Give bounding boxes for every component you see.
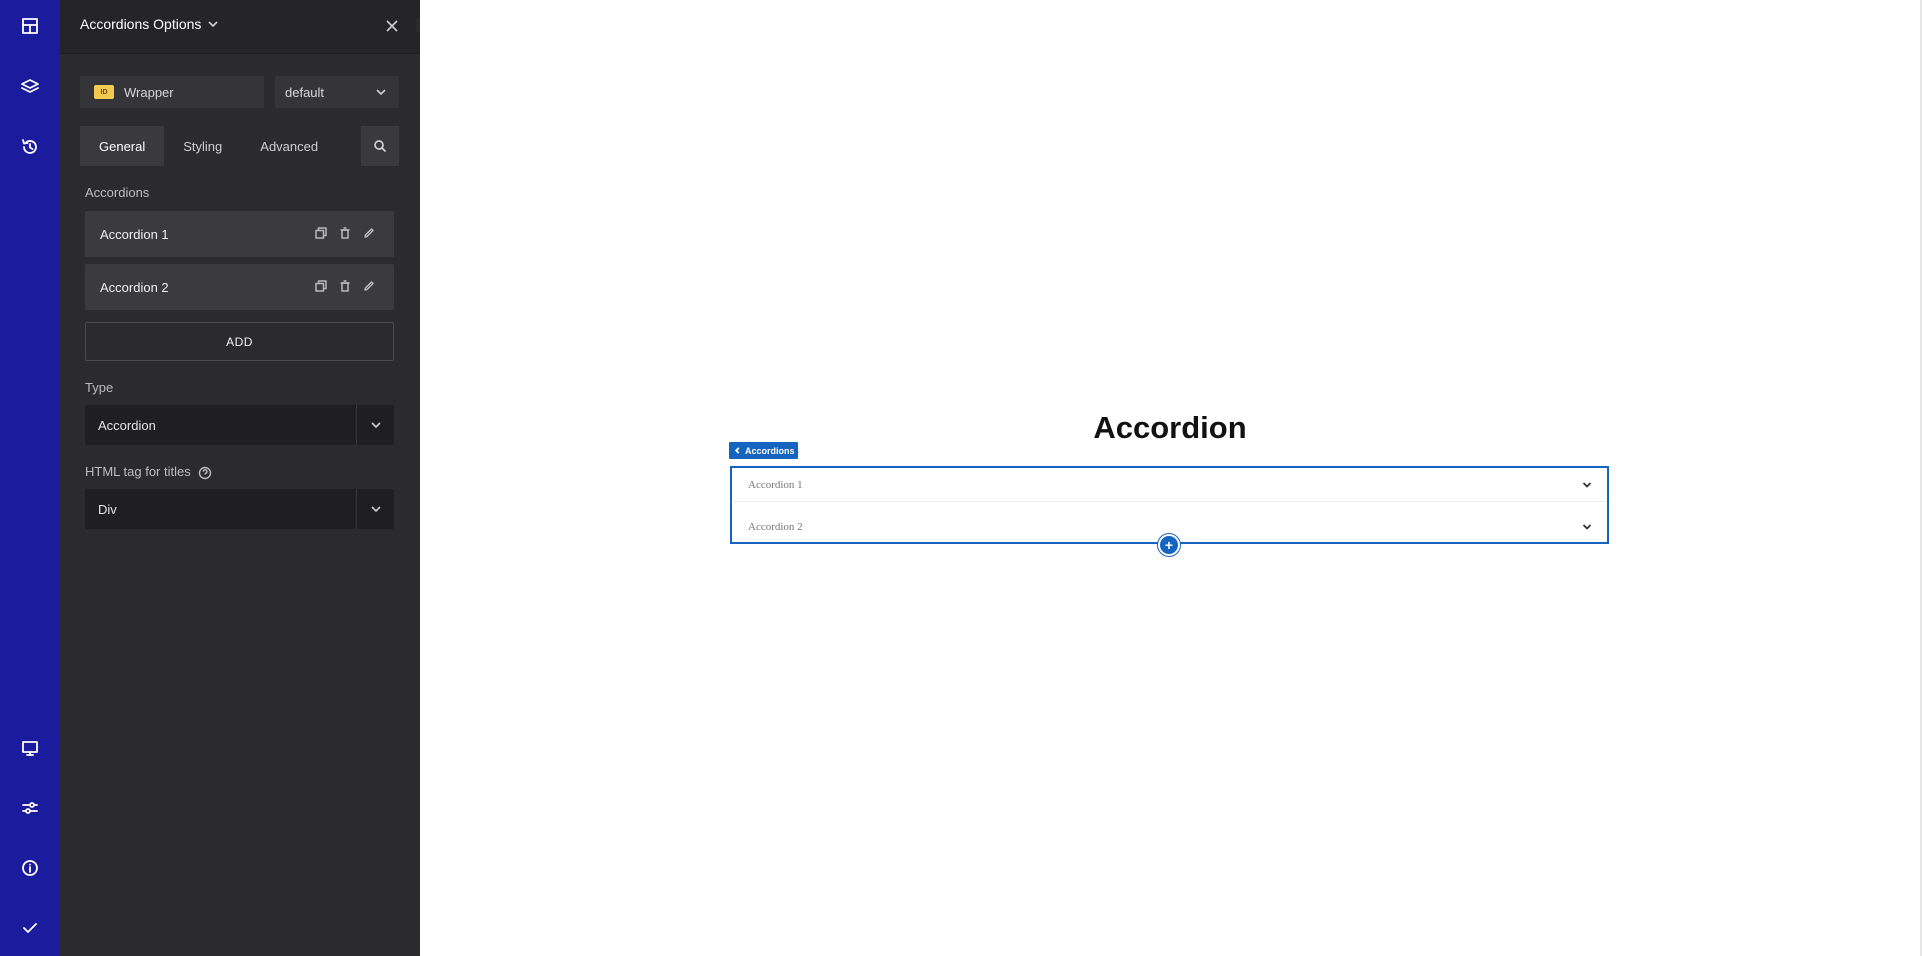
search-icon xyxy=(374,140,387,153)
chevron-down-icon xyxy=(370,506,381,513)
preset-select[interactable]: default xyxy=(275,76,399,108)
close-button[interactable] xyxy=(382,16,402,36)
options-panel: Accordions Options ID Wrapper default Ge… xyxy=(60,0,420,956)
accordions-label: Accordions xyxy=(85,185,150,200)
html-tag-select-arrow xyxy=(356,489,394,529)
search-button[interactable] xyxy=(361,126,399,166)
accordion-item-actions xyxy=(314,279,376,293)
accordion-row-title: Accordion 1 xyxy=(748,478,803,491)
settings-sliders-icon[interactable] xyxy=(0,788,60,828)
preset-value: default xyxy=(285,84,325,100)
trash-icon[interactable] xyxy=(338,279,352,293)
chevron-down-icon xyxy=(208,21,218,28)
history-icon[interactable] xyxy=(0,127,60,167)
help-icon[interactable] xyxy=(198,466,212,480)
accordion-widget[interactable]: Accordion 1 Accordion 2 xyxy=(730,466,1609,544)
accordion-row[interactable]: Accordion 1 xyxy=(734,468,1605,502)
close-icon xyxy=(386,20,398,32)
accordions-element-badge[interactable]: Accordions xyxy=(729,442,798,459)
chevron-down-icon xyxy=(1581,479,1593,491)
type-label: Type xyxy=(85,380,114,395)
chevron-left-icon xyxy=(734,447,740,454)
id-badge: ID xyxy=(94,85,114,99)
html-tag-select[interactable]: Div xyxy=(85,489,394,529)
duplicate-icon[interactable] xyxy=(314,226,328,240)
html-tag-label: HTML tag for titles xyxy=(85,464,191,479)
left-rail xyxy=(0,0,60,956)
chevron-down-icon xyxy=(376,89,386,96)
info-icon[interactable] xyxy=(0,848,60,888)
wrapper-id-value: Wrapper xyxy=(124,84,174,100)
panel-tabs: General Styling Advanced xyxy=(80,126,337,166)
accordions-badge-label: Accordions xyxy=(745,445,795,456)
type-select-arrow xyxy=(356,405,394,445)
panel-header: Accordions Options xyxy=(60,0,420,54)
type-select[interactable]: Accordion xyxy=(85,405,394,445)
panel-title-text: Accordions Options xyxy=(80,16,202,32)
accordion-row-title: Accordion 2 xyxy=(748,521,803,533)
duplicate-icon[interactable] xyxy=(314,279,328,293)
edit-icon[interactable] xyxy=(362,279,376,293)
add-accordion-button[interactable]: ADD xyxy=(85,322,394,361)
tab-general[interactable]: General xyxy=(80,126,165,166)
html-tag-value: Div xyxy=(98,501,117,517)
check-icon[interactable] xyxy=(0,908,60,948)
accordion-item[interactable]: Accordion 1 xyxy=(85,211,394,257)
accordion-item-actions xyxy=(314,226,376,240)
panel-title[interactable]: Accordions Options xyxy=(80,16,219,32)
desktop-icon[interactable] xyxy=(0,728,60,768)
layout-icon[interactable] xyxy=(0,6,60,46)
trash-icon[interactable] xyxy=(338,226,352,240)
tab-styling[interactable]: Styling xyxy=(164,126,241,166)
accordion-item[interactable]: Accordion 2 xyxy=(85,264,394,310)
type-value: Accordion xyxy=(98,417,156,433)
edit-icon[interactable] xyxy=(362,226,376,240)
html-tag-label-row: HTML tag for titles xyxy=(85,464,212,480)
tab-advanced[interactable]: Advanced xyxy=(241,126,337,166)
chevron-down-icon xyxy=(1581,521,1593,533)
layers-icon[interactable] xyxy=(0,67,60,107)
accordion-item-label: Accordion 2 xyxy=(100,279,169,295)
accordion-item-label: Accordion 1 xyxy=(100,226,169,242)
add-element-button[interactable]: + xyxy=(1158,534,1180,556)
chevron-down-icon xyxy=(370,422,381,429)
page-heading[interactable]: Accordion xyxy=(1040,410,1300,446)
wrapper-id-field[interactable]: ID Wrapper xyxy=(80,76,264,108)
